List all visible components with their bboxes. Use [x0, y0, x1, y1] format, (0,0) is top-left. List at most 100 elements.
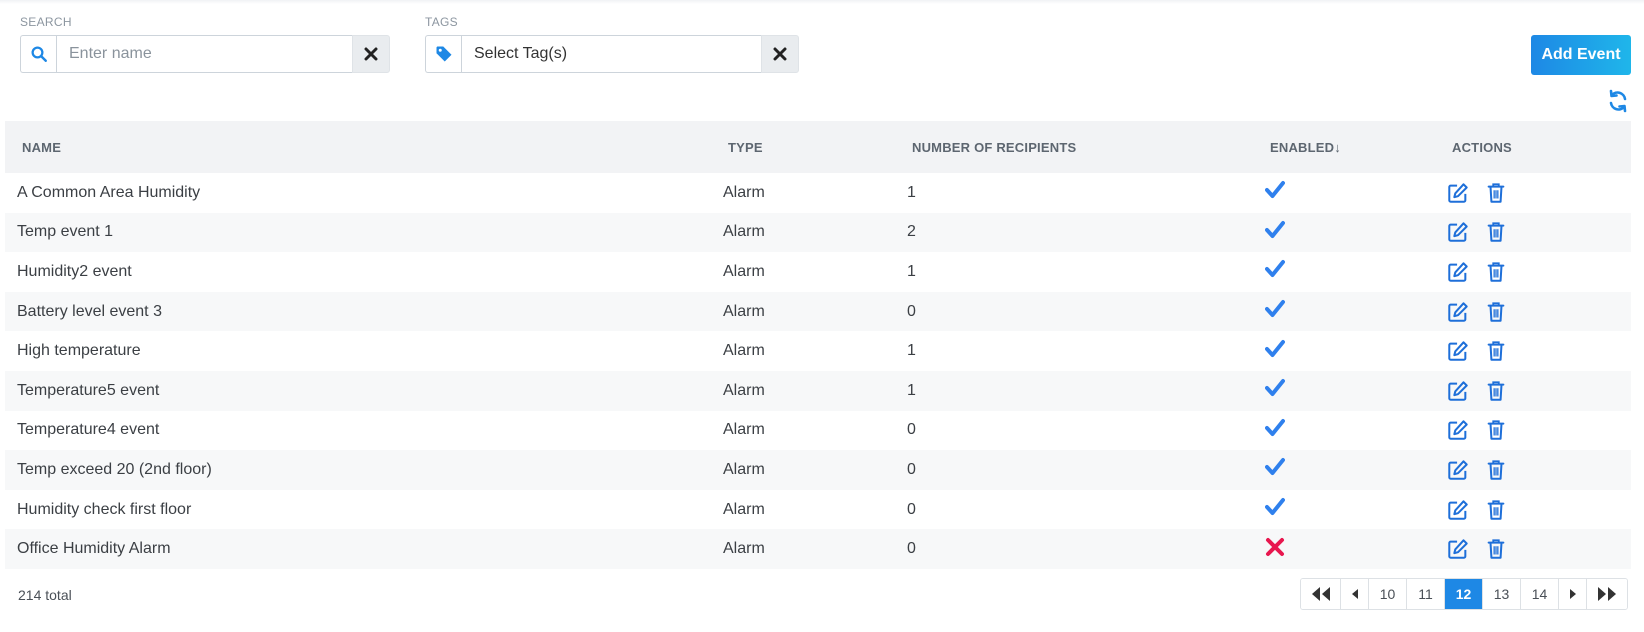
cell-recipients: 0: [907, 460, 916, 478]
cell-enabled: [1253, 331, 1435, 371]
page-12-current[interactable]: 12: [1445, 579, 1483, 609]
search-clear-button[interactable]: [352, 35, 390, 73]
add-event-button[interactable]: Add Event: [1531, 35, 1631, 75]
cell-enabled: [1253, 213, 1435, 253]
edit-button[interactable]: [1447, 419, 1469, 441]
cell-enabled: [1253, 490, 1435, 530]
checkmark-icon: [1265, 300, 1285, 318]
table-row[interactable]: Battery level event 3 Alarm 0: [5, 291, 1631, 332]
page-13[interactable]: 13: [1483, 579, 1521, 609]
cell-type: Alarm: [723, 302, 765, 320]
table-row[interactable]: Office Humidity Alarm Alarm 0: [5, 529, 1631, 569]
tag-icon-box: [425, 35, 461, 73]
edit-icon: [1448, 301, 1468, 322]
cell-actions: [1435, 371, 1631, 411]
cell-name: Temp event 1: [17, 223, 114, 241]
cell-recipients: 1: [907, 381, 916, 399]
cell-type: Alarm: [723, 223, 765, 241]
delete-button[interactable]: [1485, 261, 1507, 283]
table-header-row: NAME TYPE NUMBER OF RECIPIENTS ENABLED↓ …: [5, 121, 1631, 173]
cell-name: Battery level event 3: [17, 302, 162, 320]
trash-icon: [1487, 183, 1505, 203]
delete-button[interactable]: [1485, 182, 1507, 204]
search-label: SEARCH: [20, 15, 72, 29]
cell-recipients: 2: [907, 223, 916, 241]
table-footer: 214 total 10 11 12 13 14: [18, 578, 1628, 612]
delete-button[interactable]: [1485, 221, 1507, 243]
cell-name: A Common Area Humidity: [17, 183, 201, 201]
tags-label: TAGS: [425, 15, 458, 29]
column-header-actions: ACTIONS: [1452, 139, 1512, 155]
edit-button[interactable]: [1447, 221, 1469, 243]
table-body: A Common Area Humidity Alarm 1 Temp even…: [5, 173, 1631, 569]
checkmark-icon: [1265, 181, 1285, 199]
edit-button[interactable]: [1447, 301, 1469, 323]
cell-recipients: 0: [907, 500, 916, 518]
cell-type: Alarm: [723, 342, 765, 360]
page-10[interactable]: 10: [1369, 579, 1407, 609]
tags-row: Select Tag(s): [425, 35, 799, 73]
edit-button[interactable]: [1447, 380, 1469, 402]
column-header-name[interactable]: NAME: [5, 121, 711, 173]
delete-button[interactable]: [1485, 419, 1507, 441]
table-row[interactable]: Temperature4 event Alarm 0: [5, 411, 1631, 451]
cell-enabled: [1253, 450, 1435, 490]
edit-button[interactable]: [1447, 538, 1469, 560]
checkmark-icon: [1265, 418, 1285, 436]
cell-enabled: [1253, 252, 1435, 292]
cell-type: Alarm: [723, 540, 765, 558]
refresh-button[interactable]: [1606, 89, 1630, 113]
column-header-recipients[interactable]: NUMBER OF RECIPIENTS: [895, 121, 1253, 173]
delete-button[interactable]: [1485, 301, 1507, 323]
edit-button[interactable]: [1447, 459, 1469, 481]
search-row: [20, 35, 390, 73]
table-row[interactable]: High temperature Alarm 1: [5, 331, 1631, 371]
edit-button[interactable]: [1447, 499, 1469, 521]
tags-filter: TAGS Select Tag(s): [425, 15, 799, 73]
tags-clear-button[interactable]: [761, 35, 799, 73]
delete-button[interactable]: [1485, 340, 1507, 362]
double-chevron-left-icon: [1311, 587, 1330, 601]
cell-type: Alarm: [723, 500, 765, 518]
search-input[interactable]: [56, 35, 352, 73]
cell-enabled: [1253, 411, 1435, 451]
table-row[interactable]: Temp event 1 Alarm 2: [5, 212, 1631, 253]
trash-icon: [1487, 420, 1505, 441]
edit-button[interactable]: [1447, 182, 1469, 204]
cell-type: Alarm: [723, 460, 765, 478]
table-row[interactable]: Humidity check first floor Alarm 0: [5, 490, 1631, 530]
column-header-type[interactable]: TYPE: [711, 121, 895, 173]
close-icon: [364, 47, 378, 61]
first-page-button[interactable]: [1301, 579, 1341, 609]
edit-button[interactable]: [1447, 261, 1469, 283]
tags-select[interactable]: Select Tag(s): [461, 35, 761, 73]
cell-type: Alarm: [723, 381, 765, 399]
cell-recipients: 1: [907, 183, 916, 201]
cell-enabled: [1253, 292, 1435, 332]
table-row[interactable]: Temp exceed 20 (2nd floor) Alarm 0: [5, 450, 1631, 490]
delete-button[interactable]: [1485, 499, 1507, 521]
delete-button[interactable]: [1485, 459, 1507, 481]
delete-button[interactable]: [1485, 380, 1507, 402]
last-page-button[interactable]: [1587, 579, 1627, 609]
trash-icon: [1487, 222, 1505, 243]
cell-recipients: 0: [907, 302, 916, 320]
page-11[interactable]: 11: [1407, 579, 1445, 609]
trash-icon: [1487, 539, 1505, 559]
prev-page-button[interactable]: [1341, 579, 1369, 609]
delete-button[interactable]: [1485, 538, 1507, 560]
table-row[interactable]: Temperature5 event Alarm 1: [5, 370, 1631, 411]
column-header-enabled[interactable]: ENABLED↓: [1253, 121, 1435, 173]
cell-actions: [1435, 450, 1631, 490]
table-row[interactable]: A Common Area Humidity Alarm 1: [5, 173, 1631, 213]
edit-button[interactable]: [1447, 340, 1469, 362]
next-page-button[interactable]: [1559, 579, 1587, 609]
cell-name: Temp exceed 20 (2nd floor): [17, 460, 212, 478]
trash-icon: [1487, 301, 1505, 322]
trash-icon: [1487, 381, 1505, 401]
table-row[interactable]: Humidity2 event Alarm 1: [5, 252, 1631, 292]
page-14[interactable]: 14: [1521, 579, 1559, 609]
refresh-icon: [1609, 89, 1627, 113]
cell-recipients: 1: [907, 262, 916, 280]
checkmark-icon: [1265, 458, 1285, 476]
